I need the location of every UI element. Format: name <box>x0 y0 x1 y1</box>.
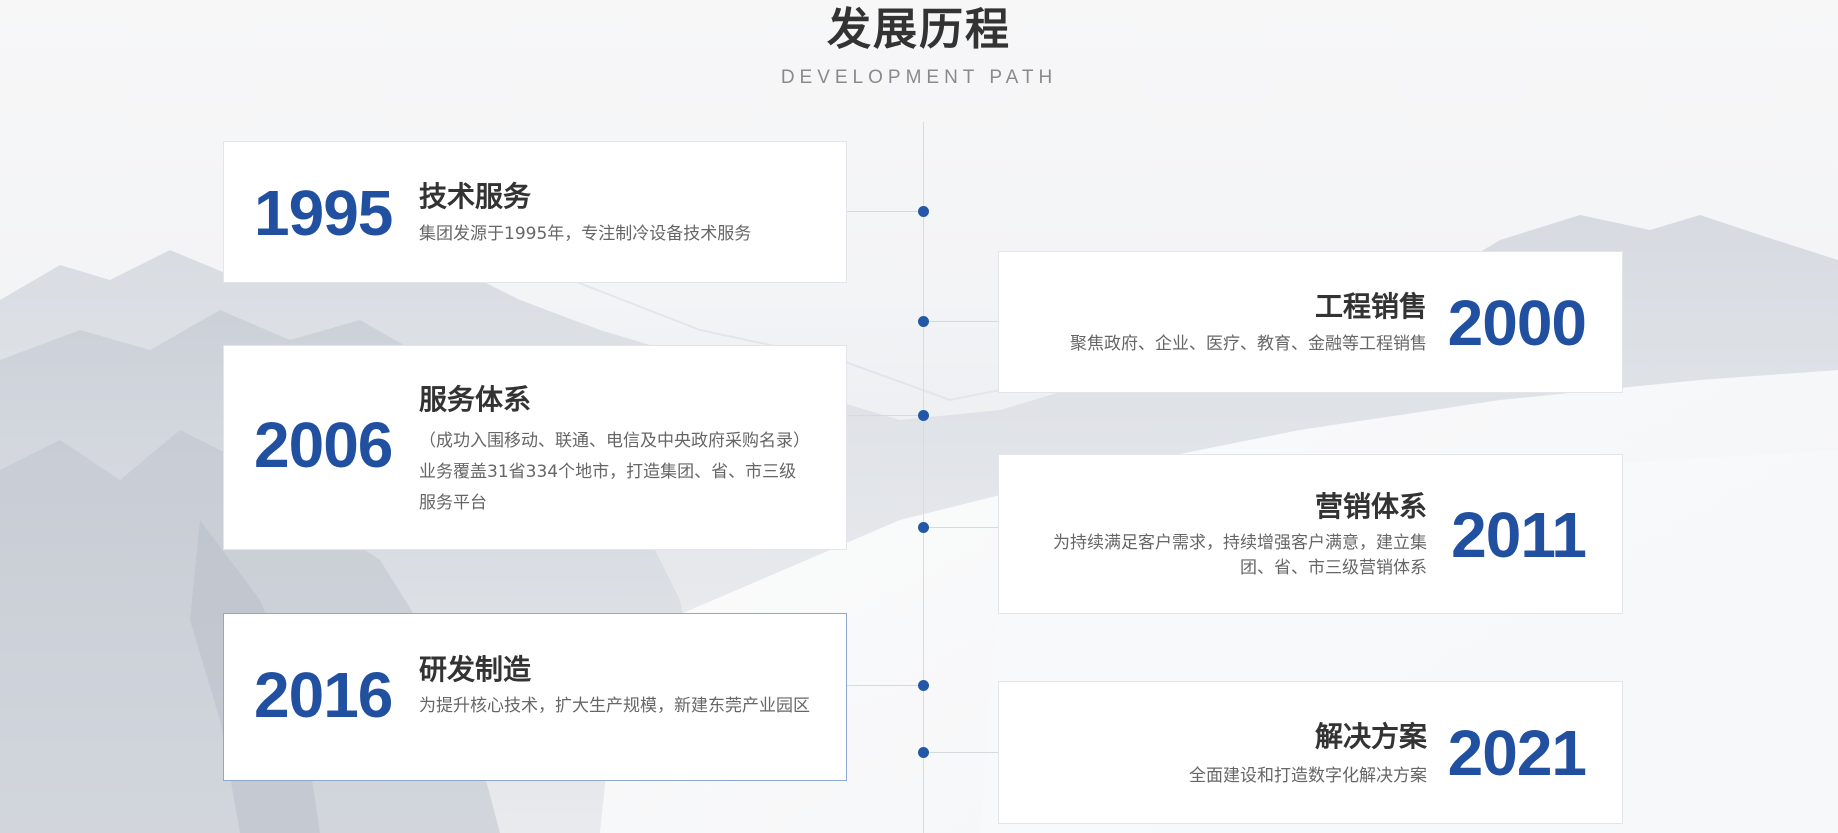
milestone-year: 2016 <box>254 659 393 731</box>
milestone-card-2011[interactable]: 2011 营销体系 为持续满足客户需求，持续增强客户满意，建立集团、省、市三级营… <box>998 454 1623 614</box>
page-title: 发展历程 <box>827 4 1011 55</box>
milestone-description: 集团发源于1995年，专注制冷设备技术服务 <box>419 224 752 244</box>
milestone-title: 解决方案 <box>1314 720 1427 753</box>
milestone-description: 全面建设和打造数字化解决方案 <box>1189 766 1427 786</box>
milestone-description: 为提升核心技术，扩大生产规模，新建东莞产业园区 <box>419 696 810 716</box>
timeline-connector <box>923 527 999 528</box>
milestone-year: 2021 <box>1447 717 1587 789</box>
timeline-connector <box>846 685 924 686</box>
timeline-axis <box>923 122 924 833</box>
page-subtitle: DEVELOPMENT PATH <box>780 67 1058 88</box>
milestone-description: 聚焦政府、企业、医疗、教育、金融等工程销售 <box>1070 334 1427 354</box>
milestone-title: 服务体系 <box>419 383 532 416</box>
milestone-year: 1995 <box>254 177 393 249</box>
milestone-description: 为持续满足客户需求，持续增强客户满意，建立集团、省、市三级营销体系 <box>1053 533 1427 578</box>
milestone-card-2016[interactable]: 2016 研发制造 为提升核心技术，扩大生产规模，新建东莞产业园区 <box>223 613 847 781</box>
milestone-year: 2006 <box>254 409 393 481</box>
milestone-card-2021[interactable]: 2021 解决方案 全面建设和打造数字化解决方案 <box>998 681 1623 824</box>
timeline-dot <box>918 522 929 533</box>
milestone-card-2006[interactable]: 2006 服务体系 （成功入围移动、联通、电信及中央政府采购名录）业务覆盖31省… <box>223 345 847 550</box>
milestone-title: 研发制造 <box>419 653 532 686</box>
timeline-dot <box>918 316 929 327</box>
timeline-dot <box>918 747 929 758</box>
timeline-dot <box>918 680 929 691</box>
milestone-year: 2011 <box>1451 499 1587 571</box>
timeline-dot <box>918 410 929 421</box>
timeline-connector <box>923 752 999 753</box>
timeline-connector <box>846 415 924 416</box>
milestone-title: 营销体系 <box>1314 490 1427 523</box>
milestone-title: 技术服务 <box>419 180 532 213</box>
milestone-card-2000[interactable]: 2000 工程销售 聚焦政府、企业、医疗、教育、金融等工程销售 <box>998 251 1623 393</box>
milestone-description: （成功入围移动、联通、电信及中央政府采购名录）业务覆盖31省334个地市，打造集… <box>419 431 810 513</box>
timeline-connector <box>923 321 999 322</box>
timeline-dot <box>918 206 929 217</box>
timeline-connector <box>846 211 924 212</box>
milestone-year: 2000 <box>1447 287 1587 359</box>
milestone-title: 工程销售 <box>1314 290 1427 323</box>
milestone-card-1995[interactable]: 1995 技术服务 集团发源于1995年，专注制冷设备技术服务 <box>223 141 847 283</box>
